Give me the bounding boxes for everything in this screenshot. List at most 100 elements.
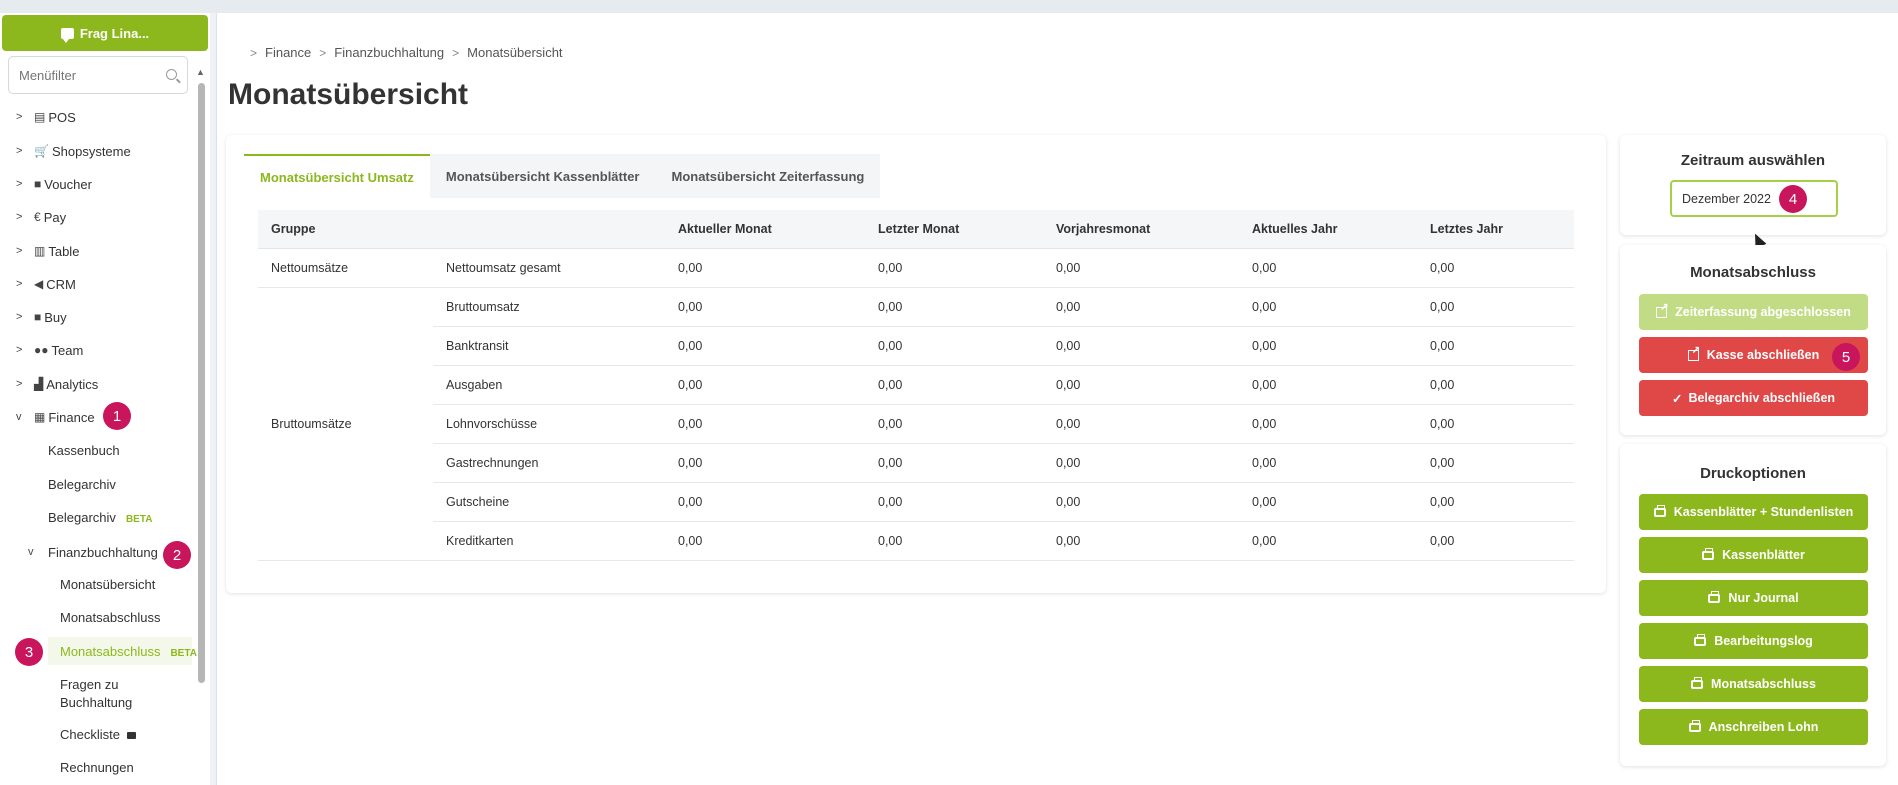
tab-bar: Monatsübersicht Umsatz Monatsübersicht K… xyxy=(244,154,881,198)
sidebar-item-label: CRM xyxy=(46,276,76,292)
sidebar-item-belegarchiv-beta[interactable]: Belegarchiv BETA xyxy=(48,510,152,525)
menu-filter-input[interactable] xyxy=(19,67,159,83)
print-nur-journal-button[interactable]: Nur Journal xyxy=(1639,580,1868,616)
sidebar-item-label: Table xyxy=(48,243,80,259)
button-label: Nur Journal xyxy=(1728,591,1799,605)
row-label: Bruttoumsatz xyxy=(433,287,665,327)
sidebar-item-label: Buy xyxy=(44,309,67,325)
table-row: Bruttoumsätze Bruttoumsatz 0,00 0,00 0,0… xyxy=(258,287,1574,561)
chevron-right-icon: > xyxy=(16,378,23,390)
value-cell: 0,00 xyxy=(1417,443,1574,483)
table-row: Gutscheine 0,00 0,00 0,00 0,00 0,00 xyxy=(258,482,1574,522)
value-cell: 0,00 xyxy=(1239,482,1417,522)
belegarchiv-abschliessen-button[interactable]: ✓ Belegarchiv abschließen xyxy=(1639,380,1868,416)
print-bearbeitungslog-button[interactable]: Bearbeitungslog xyxy=(1639,623,1868,659)
table-row: Kreditkarten 0,00 0,00 0,00 0,00 0,00 xyxy=(258,521,1574,561)
sidebar-item-rechnungen[interactable]: Rechnungen xyxy=(60,760,134,775)
sidebar-item-monatsabschluss-beta[interactable]: Monatsabschluss BETA xyxy=(60,644,197,659)
sidebar-scrollbar[interactable]: ▲ xyxy=(196,53,206,785)
step-badge-4: 4 xyxy=(1779,185,1807,213)
sidebar-item-finance[interactable]: v ▦ Finance xyxy=(16,407,95,427)
breadcrumb-finance[interactable]: Finance xyxy=(265,45,311,60)
zeitraum-panel: Zeitraum auswählen Dezember 2022 xyxy=(1620,135,1886,235)
sidebar-item-finanzbuchhaltung[interactable]: v Finanzbuchhaltung xyxy=(28,542,158,562)
print-anschreiben-lohn-button[interactable]: Anschreiben Lohn xyxy=(1639,709,1868,745)
row-label: Kreditkarten xyxy=(433,521,665,561)
button-label: Anschreiben Lohn xyxy=(1708,720,1819,734)
search-icon xyxy=(166,69,177,80)
value-cell: 0,00 xyxy=(1417,365,1574,405)
chevron-right-icon: > xyxy=(16,111,23,123)
sidebar-item-pos[interactable]: > ▤ POS xyxy=(16,107,76,127)
tab-umsatz[interactable]: Monatsübersicht Umsatz xyxy=(244,154,430,198)
value-cell: 0,00 xyxy=(1043,443,1239,483)
chevron-right-icon: > xyxy=(16,245,23,257)
button-label: Zeiterfassung abgeschlossen xyxy=(1675,305,1851,319)
step-badge-3: 3 xyxy=(15,638,43,666)
sidebar-item-fragen[interactable]: Fragen zu Buchhaltung xyxy=(60,676,160,712)
sidebar-item-voucher[interactable]: > ■ Voucher xyxy=(16,174,92,194)
chevron-right-icon: > xyxy=(16,344,23,356)
value-cell: 0,00 xyxy=(1239,287,1417,327)
sidebar-item-checkliste[interactable]: Checkliste xyxy=(60,727,136,742)
value-cell: 0,00 xyxy=(865,443,1043,483)
print-monatsabschluss-button[interactable]: Monatsabschluss xyxy=(1639,666,1868,702)
sidebar-item-monatsabschluss[interactable]: Monatsabschluss xyxy=(60,610,160,625)
sidebar-item-shopsysteme[interactable]: > 🛒 Shopsysteme xyxy=(16,141,131,161)
sidebar-item-crm[interactable]: > ◀ CRM xyxy=(16,274,76,294)
menu-filter[interactable] xyxy=(8,56,188,94)
value-cell: 0,00 xyxy=(1417,482,1574,522)
zeiterfassung-abgeschlossen-button[interactable]: Zeiterfassung abgeschlossen xyxy=(1639,294,1868,330)
breadcrumb-finanzbuchhaltung[interactable]: Finanzbuchhaltung xyxy=(334,45,444,60)
zeitraum-title: Zeitraum auswählen xyxy=(1680,152,1826,169)
beta-badge: BETA xyxy=(170,648,197,659)
button-label: Kasse abschließen xyxy=(1706,348,1820,362)
sidebar-item-table[interactable]: > ▥ Table xyxy=(16,241,79,261)
scrollbar-thumb[interactable] xyxy=(198,83,205,683)
sidebar-item-monatsuebersicht[interactable]: Monatsübersicht xyxy=(60,577,155,592)
print-kassenblaetter-stundenlisten-button[interactable]: Kassenblätter + Stundenlisten xyxy=(1639,494,1868,530)
button-label: Bearbeitungslog xyxy=(1714,634,1813,648)
euro-icon: € xyxy=(34,210,41,224)
ask-lina-button[interactable]: Frag Lina... xyxy=(2,15,208,51)
sidebar-item-pay[interactable]: > € Pay xyxy=(16,207,66,227)
sidebar-item-kassenbuch[interactable]: Kassenbuch xyxy=(48,443,120,458)
sidebar-item-buy[interactable]: > ■ Buy xyxy=(16,307,67,327)
value-cell: 0,00 xyxy=(865,326,1043,366)
chevron-right-icon: > xyxy=(16,145,23,157)
table-row: Ausgaben 0,00 0,00 0,00 0,00 0,00 xyxy=(258,365,1574,405)
print-kassenblaetter-button[interactable]: Kassenblätter xyxy=(1639,537,1868,573)
sidebar-item-label: Checkliste xyxy=(60,727,120,742)
sidebar-item-analytics[interactable]: > ▟ Analytics xyxy=(16,374,98,394)
scroll-up-icon[interactable]: ▲ xyxy=(196,67,205,77)
umsatz-table: Gruppe Aktueller Monat Letzter Monat Vor… xyxy=(258,210,1574,561)
printer-icon xyxy=(1691,676,1704,689)
check-icon: ✓ xyxy=(1671,391,1683,406)
column-header: Aktueller Monat xyxy=(665,210,865,249)
tab-zeiterfassung[interactable]: Monatsübersicht Zeiterfassung xyxy=(655,154,881,198)
sidebar-item-belegarchiv[interactable]: Belegarchiv xyxy=(48,477,116,492)
value-cell: 0,00 xyxy=(1417,521,1574,561)
sidebar-item-team[interactable]: > ●● Team xyxy=(16,340,83,360)
value-cell: 0,00 xyxy=(1417,404,1574,444)
druckoptionen-title: Druckoptionen xyxy=(1700,465,1806,482)
month-picker-input[interactable]: Dezember 2022 xyxy=(1670,180,1838,217)
button-label: Kassenblätter + Stundenlisten xyxy=(1673,505,1854,519)
group-cell: Nettoumsätze xyxy=(258,248,433,288)
column-header: Aktuelles Jahr xyxy=(1239,210,1417,249)
sidebar-item-label: Pay xyxy=(43,209,67,225)
chevron-right-icon: > xyxy=(452,45,460,60)
step-badge-2: 2 xyxy=(163,541,191,569)
table-row: Gastrechnungen 0,00 0,00 0,00 0,00 0,00 xyxy=(258,443,1574,483)
ask-lina-label: Frag Lina... xyxy=(79,25,150,41)
cash-register-icon: ▤ xyxy=(34,110,46,124)
sidebar: Frag Lina... ▲ xyxy=(0,13,210,785)
value-cell: 0,00 xyxy=(1043,365,1239,405)
chevron-right-icon: > xyxy=(16,211,23,223)
tab-kassenblaetter[interactable]: Monatsübersicht Kassenblätter xyxy=(429,154,656,198)
table-row: Lohnvorschüsse 0,00 0,00 0,00 0,00 0,00 xyxy=(258,404,1574,444)
sidebar-item-label: Belegarchiv xyxy=(48,510,116,525)
value-cell: 0,00 xyxy=(865,365,1043,405)
calculator-icon: ▦ xyxy=(34,410,46,424)
row-label: Gastrechnungen xyxy=(433,443,665,483)
